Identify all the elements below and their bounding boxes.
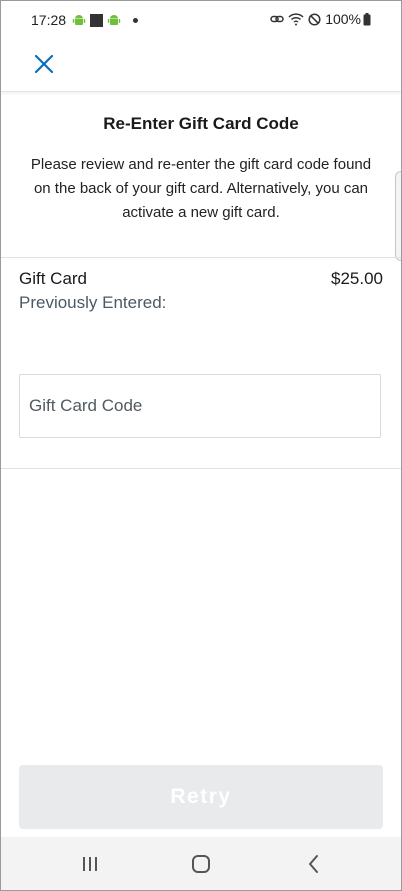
status-left: 17:28 xyxy=(31,12,139,28)
link-icon xyxy=(270,15,284,23)
previously-entered-label: Previously Entered: xyxy=(19,293,167,312)
battery-icon xyxy=(363,12,371,25)
gift-card-code-field xyxy=(19,374,381,438)
status-time: 17:28 xyxy=(31,12,67,28)
gift-card-code-input[interactable] xyxy=(20,375,380,437)
system-navigation-bar xyxy=(1,837,401,890)
gift-card-amount: $25.00 xyxy=(331,269,383,288)
screen: 17:28 100% Re-Enter Gift Card Code Pleas… xyxy=(0,0,402,891)
notification-square-icon xyxy=(90,13,104,27)
close-icon xyxy=(34,54,54,74)
page-title: Re-Enter Gift Card Code xyxy=(103,114,299,133)
android-icon xyxy=(72,15,86,25)
home-button[interactable] xyxy=(181,851,221,877)
recents-icon xyxy=(83,857,97,871)
back-icon xyxy=(309,855,318,873)
edge-panel-handle[interactable] xyxy=(395,171,401,261)
divider xyxy=(1,468,401,469)
do-not-disturb-icon xyxy=(308,12,321,26)
back-button[interactable] xyxy=(294,851,334,877)
wifi-icon xyxy=(288,13,304,26)
header-bar xyxy=(1,39,401,92)
home-icon xyxy=(192,855,210,873)
page-description: Please review and re-enter the gift card… xyxy=(30,156,372,221)
close-button[interactable] xyxy=(31,51,57,77)
gift-card-label: Gift Card xyxy=(19,269,88,288)
battery-level: 100% xyxy=(325,11,361,27)
recents-button[interactable] xyxy=(70,851,110,877)
more-notifications-dot-icon xyxy=(133,17,139,23)
android-icon xyxy=(107,15,121,25)
divider xyxy=(1,257,401,258)
retry-button[interactable]: Retry xyxy=(19,765,383,829)
status-bar: 17:28 100% xyxy=(1,1,401,39)
status-right: 100% xyxy=(266,11,371,27)
